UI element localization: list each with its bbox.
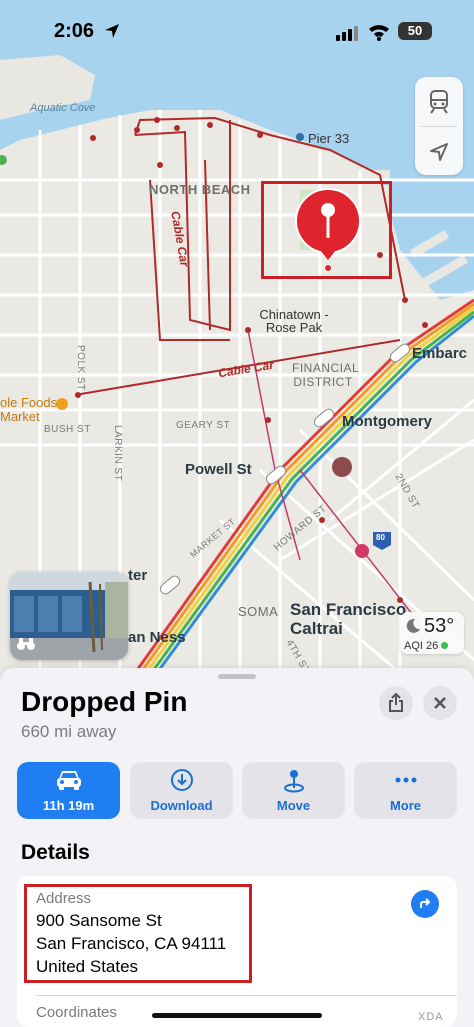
station-sf-caltrain[interactable]: San Francisco Caltrai — [290, 600, 410, 638]
close-icon — [434, 697, 446, 709]
aqi-status-dot — [441, 642, 449, 649]
share-button[interactable] — [379, 686, 413, 720]
map-view[interactable]: 2:06 50 Aquatic Cove Pier 33 NORTH BEACH… — [0, 0, 474, 690]
sheet-grabber[interactable] — [218, 674, 256, 679]
transit-mode-button[interactable] — [415, 77, 463, 126]
details-heading: Details — [21, 841, 90, 864]
status-bar: 2:06 50 — [0, 0, 474, 60]
directions-button[interactable]: 11h 19m — [17, 762, 120, 819]
map-label-soma: SOMA — [238, 604, 279, 619]
weather-widget: 53° AQI 26 — [400, 612, 464, 654]
address-line-city[interactable]: San Francisco, CA 94111 — [36, 934, 226, 954]
station-embarcadero[interactable]: Embarc — [412, 345, 467, 362]
location-services-icon — [105, 24, 119, 38]
map-label-financial-district: FINANCIAL DISTRICT — [292, 361, 360, 389]
place-distance: 660 mi away — [21, 722, 117, 741]
place-card-sheet: Dropped Pin 660 mi away 11h 19m Download — [0, 668, 474, 1027]
battery-indicator: 50 — [398, 22, 432, 40]
location-arrow-icon — [430, 142, 448, 161]
map-label-north-beach: NORTH BEACH — [149, 182, 251, 197]
map-label-bush: BUSH ST — [44, 424, 91, 435]
temperature: 53° — [424, 615, 455, 637]
aqi-value: AQI 26 — [404, 640, 439, 652]
map-controls — [415, 77, 463, 175]
ellipsis-icon — [395, 777, 416, 783]
address-label: Address — [36, 890, 92, 907]
wifi-icon — [369, 25, 389, 41]
share-icon — [389, 693, 403, 712]
station-montgomery[interactable]: Montgomery — [342, 413, 432, 430]
air-quality-index: AQI 26 — [404, 640, 449, 652]
details-divider — [36, 995, 457, 996]
address-line-street[interactable]: 900 Sansome St — [36, 911, 162, 931]
move-label: Move — [276, 798, 311, 813]
clock: 2:06 — [54, 20, 95, 42]
map-label-pier33: Pier 33 — [308, 131, 350, 146]
more-label: More — [389, 798, 422, 813]
cellular-signal-icon — [336, 26, 358, 41]
address-line-country[interactable]: United States — [36, 957, 138, 977]
station-powell[interactable]: Powell St — [185, 461, 252, 478]
directions-eta: 11h 19m — [42, 798, 95, 813]
address-directions-button[interactable] — [411, 890, 439, 918]
station-civic-center[interactable]: ter — [128, 567, 147, 584]
download-button[interactable]: Download — [130, 762, 233, 819]
place-title: Dropped Pin — [21, 686, 188, 717]
map-label-aquatic-cove: Aquatic Cove — [30, 102, 96, 114]
directions-arrow-icon — [420, 898, 431, 908]
map-label-geary: GEARY ST — [176, 420, 231, 431]
moon-icon — [406, 618, 420, 633]
map-label-polk: POLK ST — [75, 345, 86, 391]
station-van-ness[interactable]: an Ness — [128, 629, 186, 646]
dropped-pin-marker[interactable] — [294, 188, 362, 274]
xda-watermark: XDA — [418, 1011, 444, 1023]
coordinates-label: Coordinates — [36, 1004, 117, 1021]
map-label-i80: 80 — [376, 533, 385, 542]
more-button[interactable]: More — [354, 762, 457, 819]
map-label-chinatown: Chinatown - Rose Pak — [259, 307, 329, 335]
details-card: Address 900 Sansome St San Francisco, CA… — [17, 876, 457, 1027]
pin-move-icon — [283, 770, 304, 793]
car-icon — [56, 771, 81, 790]
look-around-preview[interactable] — [10, 572, 128, 660]
download-label: Download — [150, 798, 213, 813]
binoculars-icon — [17, 638, 35, 650]
move-pin-button[interactable]: Move — [242, 762, 345, 819]
locate-me-button[interactable] — [415, 127, 463, 176]
map-label-larkin: LARKIN ST — [112, 425, 123, 482]
download-icon — [170, 769, 193, 791]
transit-icon — [430, 89, 448, 114]
map-label-whole-foods: ole Foods Market — [0, 395, 58, 424]
close-button[interactable] — [423, 686, 457, 720]
home-indicator[interactable] — [152, 1013, 322, 1018]
